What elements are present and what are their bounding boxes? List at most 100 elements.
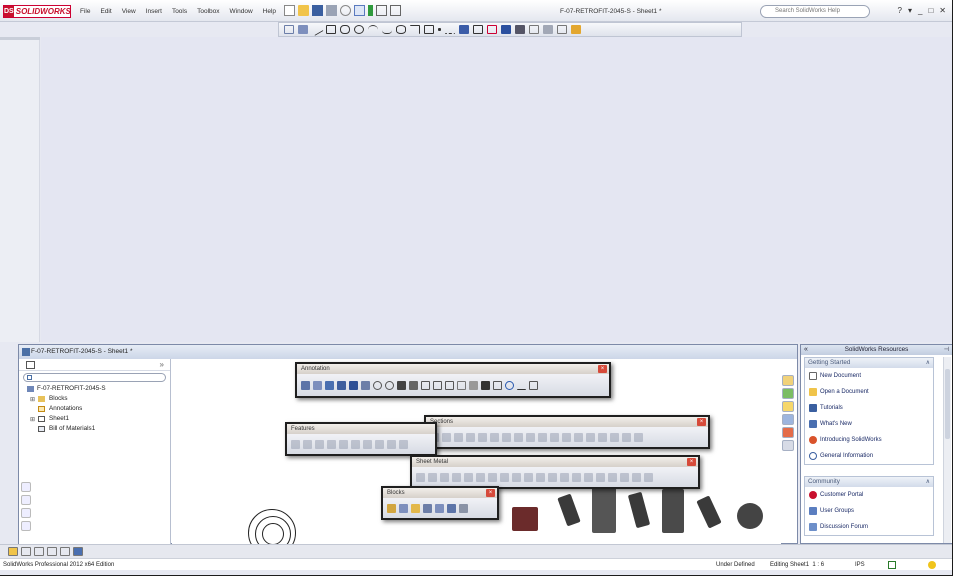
section-view-icon[interactable]: [550, 432, 559, 442]
rectangle-icon[interactable]: [326, 25, 336, 34]
closed-corner-icon[interactable]: [524, 472, 533, 482]
add-remove-icon[interactable]: [423, 503, 432, 513]
rebuild-status-icon[interactable]: [888, 561, 896, 569]
sketched-bend-icon[interactable]: [500, 472, 509, 482]
lofted-bend-icon[interactable]: [440, 472, 449, 482]
mirror-icon[interactable]: [501, 25, 511, 34]
centerline-icon[interactable]: [517, 381, 526, 390]
vent-icon[interactable]: [572, 472, 581, 482]
search-help-input[interactable]: Search SolidWorks Help: [760, 5, 870, 18]
linear-pattern-icon[interactable]: [361, 380, 370, 390]
surface-finish-icon[interactable]: [397, 380, 406, 390]
design-library-tab-icon[interactable]: [782, 388, 794, 399]
close-icon[interactable]: ×: [598, 365, 607, 373]
pattern-icon[interactable]: [387, 439, 396, 449]
tables-icon[interactable]: [529, 380, 538, 390]
mirror-icon[interactable]: [399, 439, 408, 449]
palette-title[interactable]: Features: [287, 424, 435, 434]
graphics-workspace[interactable]: [41, 37, 952, 342]
welded-corner-icon[interactable]: [536, 472, 545, 482]
view-palette-tab-icon[interactable]: [782, 414, 794, 425]
section-view-icon[interactable]: [514, 432, 523, 442]
draft-icon[interactable]: [363, 439, 372, 449]
blocks-icon[interactable]: [469, 380, 478, 390]
rebuild-block-icon[interactable]: [435, 503, 444, 513]
revision-cloud-icon[interactable]: [493, 380, 502, 390]
cross-break-icon[interactable]: [512, 472, 521, 482]
new-icon[interactable]: [284, 5, 295, 16]
section-view-icon[interactable]: [586, 432, 595, 442]
note-icon[interactable]: [349, 380, 358, 390]
print-icon[interactable]: [326, 5, 337, 16]
section-view-icon[interactable]: [466, 432, 475, 442]
side-button[interactable]: [21, 521, 31, 531]
scrollbar-thumb[interactable]: [945, 369, 950, 439]
no-bends-icon[interactable]: [620, 472, 629, 482]
edit-block-icon[interactable]: [399, 503, 408, 513]
revolve-icon[interactable]: [303, 439, 312, 449]
add-sheet-icon[interactable]: [60, 547, 70, 556]
resource-link-whats-new[interactable]: What's New: [805, 416, 933, 432]
ellipse-icon[interactable]: [396, 25, 406, 34]
previous-sheet-icon[interactable]: [21, 547, 31, 556]
resource-link-open-document[interactable]: Open a Document: [805, 384, 933, 400]
palette-title[interactable]: Annotation ×: [297, 364, 609, 374]
make-block-icon[interactable]: [387, 503, 396, 513]
palette-title[interactable]: Sheet Metal ×: [412, 457, 698, 467]
base-flange-icon[interactable]: [416, 472, 425, 482]
menu-insert[interactable]: Insert: [146, 8, 162, 15]
relations-icon[interactable]: [529, 25, 539, 34]
maximize-button[interactable]: □: [928, 6, 933, 15]
spell-checker-icon[interactable]: [325, 380, 334, 390]
shell-icon[interactable]: [339, 439, 348, 449]
tree-item-blocks[interactable]: ⊞ Blocks: [19, 394, 170, 404]
pin-icon[interactable]: ⊣: [944, 345, 949, 355]
side-button[interactable]: [21, 495, 31, 505]
explode-block-icon[interactable]: [459, 503, 468, 513]
hem-icon[interactable]: [476, 472, 485, 482]
center-mark-icon[interactable]: [505, 380, 514, 390]
section-view-icon[interactable]: [562, 432, 571, 442]
section-view-icon[interactable]: [610, 432, 619, 442]
auto-balloon-icon[interactable]: [385, 380, 394, 390]
tree-item-sheet1[interactable]: ⊞ Sheet1: [19, 414, 170, 424]
sketch-icon[interactable]: [284, 25, 294, 34]
section-view-icon[interactable]: [490, 432, 499, 442]
collapse-pane-icon[interactable]: «: [804, 345, 808, 355]
rib-icon[interactable]: [351, 439, 360, 449]
expand-panel-icon[interactable]: »: [160, 360, 164, 369]
section-view-icon[interactable]: [478, 432, 487, 442]
menu-help[interactable]: Help: [263, 8, 276, 15]
group-header[interactable]: Community ∧: [805, 477, 933, 487]
minimize-button[interactable]: _: [918, 6, 922, 15]
resource-link-new-document[interactable]: New Document: [805, 368, 933, 384]
section-view-icon[interactable]: [598, 432, 607, 442]
quick-snaps-icon[interactable]: [557, 25, 567, 34]
miter-flange-icon[interactable]: [464, 472, 473, 482]
fillet-icon[interactable]: [315, 439, 324, 449]
resources-tab-icon[interactable]: [782, 375, 794, 386]
resource-link-discussion-forum[interactable]: Discussion Forum: [805, 519, 933, 535]
appearances-tab-icon[interactable]: [782, 427, 794, 438]
smart-dimension-icon[interactable]: [301, 380, 310, 390]
menu-tools[interactable]: Tools: [172, 8, 187, 15]
section-view-icon[interactable]: [634, 432, 643, 442]
file-explorer-tab-icon[interactable]: [782, 401, 794, 412]
resource-link-user-groups[interactable]: User Groups: [805, 503, 933, 519]
forming-tool-icon[interactable]: [560, 472, 569, 482]
resources-scrollbar[interactable]: [943, 357, 951, 543]
side-button[interactable]: [21, 482, 31, 492]
section-view-icon[interactable]: [526, 432, 535, 442]
resource-link-introducing[interactable]: Introducing SolidWorks: [805, 432, 933, 448]
text-icon[interactable]: [459, 25, 469, 34]
pattern-icon[interactable]: [515, 25, 525, 34]
next-sheet-icon[interactable]: [34, 547, 44, 556]
hole-icon[interactable]: [375, 439, 384, 449]
group-header[interactable]: Getting Started ∧: [805, 358, 933, 368]
section-view-icon[interactable]: [454, 432, 463, 442]
document-window-title[interactable]: F-07-RETROFIT-2045-S - Sheet1 *: [19, 345, 797, 359]
units-selector[interactable]: IPS: [855, 559, 865, 571]
collapse-icon[interactable]: ∧: [926, 358, 930, 368]
line-icon[interactable]: [310, 23, 324, 36]
last-sheet-icon[interactable]: [47, 547, 57, 556]
